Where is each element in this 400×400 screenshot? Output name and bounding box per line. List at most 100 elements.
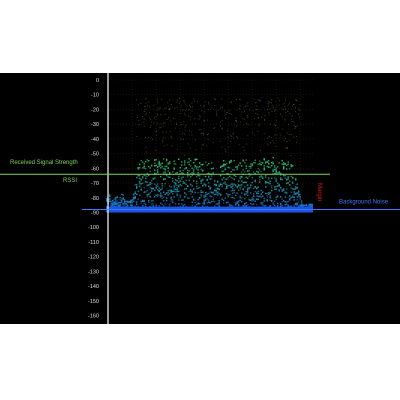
signal-point <box>134 190 136 193</box>
signal-point <box>149 106 151 108</box>
signal-point <box>233 178 235 181</box>
signal-point <box>233 132 235 134</box>
signal-point <box>262 191 264 193</box>
signal-point <box>268 182 270 184</box>
signal-point <box>206 178 208 181</box>
signal-point <box>224 167 226 169</box>
signal-point <box>250 199 252 201</box>
signal-point <box>268 191 270 194</box>
signal-point <box>161 139 163 141</box>
signal-point <box>176 193 178 195</box>
signal-point <box>250 163 252 165</box>
signal-point <box>121 201 123 203</box>
signal-point <box>106 198 108 201</box>
signal-point <box>243 150 245 151</box>
signal-point <box>197 202 199 204</box>
signal-point <box>275 120 277 122</box>
signal-point <box>158 189 160 192</box>
signal-point <box>171 107 173 109</box>
signal-point <box>235 202 237 204</box>
signal-point <box>149 192 151 194</box>
signal-point <box>281 159 283 162</box>
signal-point <box>254 179 256 181</box>
signal-point <box>196 168 198 170</box>
signal-point <box>296 187 298 189</box>
signal-point <box>244 203 246 205</box>
signal-point <box>143 191 145 193</box>
signal-point <box>181 124 183 125</box>
signal-point <box>257 114 259 115</box>
signal-point <box>284 196 286 198</box>
signal-point <box>297 113 299 115</box>
signal-point <box>265 180 267 183</box>
signal-point <box>155 164 157 167</box>
signal-point <box>164 178 166 180</box>
signal-point <box>175 182 177 185</box>
signal-point <box>215 191 217 193</box>
signal-point <box>263 200 265 202</box>
signal-point <box>268 100 270 102</box>
signal-point <box>235 120 237 122</box>
signal-point <box>161 195 163 197</box>
signal-point <box>265 174 267 177</box>
signal-point <box>278 104 280 106</box>
signal-point <box>246 105 248 107</box>
signal-point <box>251 203 253 206</box>
signal-point <box>188 179 190 182</box>
signal-point <box>230 183 232 185</box>
signal-point <box>293 204 295 206</box>
signal-point <box>151 182 153 185</box>
signal-point <box>229 110 231 112</box>
signal-point <box>244 181 246 184</box>
signal-point <box>257 116 259 118</box>
signal-point <box>142 176 144 178</box>
signal-point <box>118 201 120 204</box>
signal-point <box>229 205 231 207</box>
signal-point <box>196 180 198 183</box>
signal-point <box>292 195 294 197</box>
signal-point <box>139 183 141 185</box>
signal-point <box>195 123 197 125</box>
signal-point <box>260 196 262 198</box>
signal-point <box>221 198 223 200</box>
signal-point <box>269 180 271 182</box>
signal-point <box>203 111 205 113</box>
signal-point <box>217 203 219 205</box>
signal-point <box>112 203 114 205</box>
signal-point <box>143 199 145 202</box>
signal-point <box>230 102 232 104</box>
signal-point <box>155 131 157 133</box>
signal-point <box>214 189 216 192</box>
signal-point <box>244 161 246 164</box>
signal-point <box>296 199 298 201</box>
signal-point <box>184 102 186 104</box>
signal-point <box>271 139 273 141</box>
signal-point <box>163 171 165 174</box>
signal-point <box>238 143 240 145</box>
signal-point <box>136 116 138 118</box>
signal-point <box>212 198 214 200</box>
signal-point <box>158 194 160 197</box>
signal-point <box>296 196 298 198</box>
signal-point <box>214 184 216 186</box>
signal-point <box>176 189 178 191</box>
signal-point <box>199 162 201 164</box>
signal-point <box>172 171 174 173</box>
signal-point <box>258 117 260 119</box>
signal-point <box>200 148 202 150</box>
signal-point <box>230 170 232 173</box>
signal-point <box>268 112 270 114</box>
signal-point <box>119 204 121 207</box>
signal-point <box>204 101 206 103</box>
signal-point <box>161 185 163 187</box>
signal-point <box>250 167 252 169</box>
signal-point <box>139 185 141 187</box>
signal-point <box>131 201 133 204</box>
signal-point <box>256 170 258 173</box>
signal-point <box>227 194 229 196</box>
signal-point <box>283 175 285 177</box>
signal-point <box>157 193 159 196</box>
signal-point <box>226 187 228 189</box>
signal-point <box>229 162 231 164</box>
signal-point <box>271 161 273 164</box>
